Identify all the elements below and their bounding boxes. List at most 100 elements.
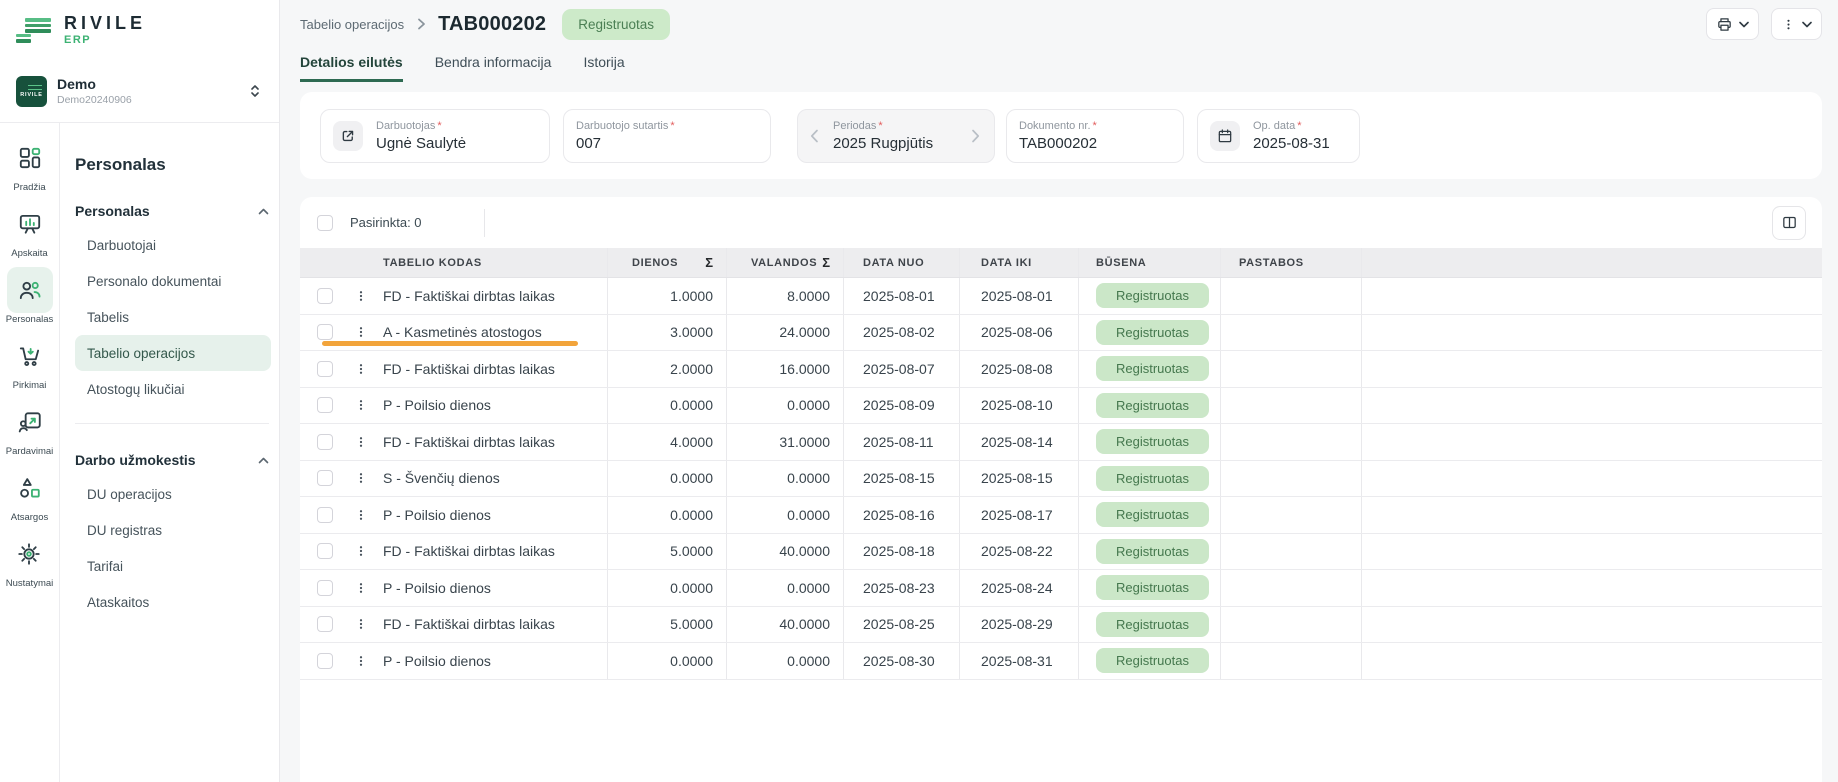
row-checkbox[interactable] — [317, 653, 333, 669]
sidebar-item-atostog-liku-iai[interactable]: Atostogų likučiai — [75, 371, 271, 407]
row-checkbox[interactable] — [317, 616, 333, 632]
board-chart-icon — [7, 201, 53, 247]
chevron-left-icon[interactable] — [810, 129, 819, 143]
row-kebab-icon[interactable] — [354, 397, 368, 413]
sigma-icon[interactable]: Σ — [705, 255, 713, 270]
sidebar-item-du-registras[interactable]: DU registras — [75, 512, 271, 548]
tab-detalios-eilut-s[interactable]: Detalios eilutės — [300, 54, 403, 82]
unfold-icon[interactable] — [249, 84, 261, 98]
row-checkbox[interactable] — [317, 434, 333, 450]
chevron-up-icon — [258, 457, 269, 464]
table-row[interactable]: FD - Faktiškai dirbtas laikas4.000031.00… — [300, 424, 1822, 461]
cell-iki: 2025-08-01 — [959, 278, 1078, 314]
cell-kodas: P - Poilsio dienos — [375, 497, 607, 533]
table-row[interactable]: S - Švenčių dienos0.00000.00002025-08-15… — [300, 461, 1822, 498]
row-kebab-icon[interactable] — [354, 543, 368, 559]
menu-section-label: Personalas — [75, 203, 150, 219]
chevron-right-icon[interactable] — [971, 129, 980, 143]
row-kebab-icon[interactable] — [354, 653, 368, 669]
row-checkbox[interactable] — [317, 397, 333, 413]
row-kebab-icon[interactable] — [354, 580, 368, 596]
row-checkbox[interactable] — [317, 361, 333, 377]
cell-valandos: 0.0000 — [726, 643, 843, 679]
print-button[interactable] — [1706, 8, 1759, 40]
cell-kodas: FD - Faktiškai dirbtas laikas — [375, 424, 607, 460]
calendar-icon[interactable] — [1210, 121, 1240, 151]
rail-item-apskaita[interactable]: Apskaita — [7, 201, 53, 259]
cell-valandos: 0.0000 — [726, 497, 843, 533]
required-asterisk: * — [878, 120, 882, 132]
column-label: BŪSENA — [1096, 257, 1146, 269]
rail-item-personalas[interactable]: Personalas — [6, 267, 54, 325]
sidebar-item-tabelio-operacijos[interactable]: Tabelio operacijos — [75, 335, 271, 371]
cell-pastabos — [1220, 607, 1361, 643]
table-row[interactable]: FD - Faktiškai dirbtas laikas5.000040.00… — [300, 534, 1822, 571]
row-status-badge: Registruotas — [1096, 466, 1209, 491]
cell-trailing — [1361, 643, 1822, 679]
row-kebab-icon[interactable] — [354, 470, 368, 486]
field-dokumento-nr[interactable]: Dokumento nr.*TAB000202 — [1006, 109, 1184, 163]
rail-item-pirkimai[interactable]: Pirkimai — [7, 333, 53, 391]
row-checkbox[interactable] — [317, 580, 333, 596]
table-row[interactable]: FD - Faktiškai dirbtas laikas1.00008.000… — [300, 278, 1822, 315]
row-checkbox[interactable] — [317, 470, 333, 486]
column-settings-button[interactable] — [1772, 206, 1806, 240]
table-row[interactable]: FD - Faktiškai dirbtas laikas5.000040.00… — [300, 607, 1822, 644]
cell-dienos: 0.0000 — [607, 643, 726, 679]
breadcrumb[interactable]: Tabelio operacijos — [300, 17, 404, 32]
tab-bendra-informacija[interactable]: Bendra informacija — [435, 54, 552, 82]
menu-section-darbo-u-mokestis[interactable]: Darbo užmokestis — [75, 450, 269, 470]
cell-nuo: 2025-08-16 — [843, 497, 959, 533]
sidebar-item-personalo-dokumentai[interactable]: Personalo dokumentai — [75, 263, 271, 299]
cell-nuo: 2025-08-02 — [843, 315, 959, 351]
column-header-valandos[interactable]: VALANDOSΣ — [726, 248, 843, 277]
row-kebab-icon[interactable] — [354, 616, 368, 632]
row-status-badge: Registruotas — [1096, 429, 1209, 454]
table-row[interactable]: P - Poilsio dienos0.00000.00002025-08-16… — [300, 497, 1822, 534]
field-periodas[interactable]: Periodas*2025 Rugpjūtis — [797, 109, 995, 163]
sidebar-item-ataskaitos[interactable]: Ataskaitos — [75, 584, 271, 620]
sidebar-item-tabelis[interactable]: Tabelis — [75, 299, 271, 335]
external-link-icon[interactable] — [333, 121, 363, 151]
row-checkbox[interactable] — [317, 507, 333, 523]
row-status-badge: Registruotas — [1096, 612, 1209, 637]
column-header-busena[interactable]: BŪSENA — [1078, 248, 1220, 277]
rail-item-nustatymai[interactable]: Nustatymai — [6, 531, 54, 589]
workspace-switcher[interactable]: RIVILE Demo Demo20240906 — [0, 60, 279, 122]
column-header-iki[interactable]: DATA IKI — [959, 248, 1078, 277]
table-row[interactable]: P - Poilsio dienos0.00000.00002025-08-23… — [300, 570, 1822, 607]
column-header-nuo[interactable]: DATA NUO — [843, 248, 959, 277]
sidebar-item-darbuotojai[interactable]: Darbuotojai — [75, 227, 271, 263]
select-all-checkbox[interactable] — [317, 215, 333, 231]
chevron-up-icon — [258, 208, 269, 215]
row-kebab-icon[interactable] — [354, 324, 368, 340]
row-kebab-icon[interactable] — [354, 288, 368, 304]
field-darbuotojas[interactable]: Darbuotojas*Ugnė Saulytė — [320, 109, 550, 163]
tab-istorija[interactable]: Istorija — [583, 54, 624, 82]
more-actions-button[interactable] — [1771, 8, 1822, 40]
column-header-kodas[interactable]: TABELIO KODAS — [375, 248, 607, 277]
row-checkbox[interactable] — [317, 288, 333, 304]
column-header-pastabos[interactable]: PASTABOS — [1220, 248, 1361, 277]
row-kebab-icon[interactable] — [354, 507, 368, 523]
menu-section-personalas[interactable]: Personalas — [75, 201, 269, 221]
rail-item-atsargos[interactable]: Atsargos — [7, 465, 53, 523]
table-row[interactable]: P - Poilsio dienos0.00000.00002025-08-09… — [300, 388, 1822, 425]
sigma-icon[interactable]: Σ — [822, 255, 830, 270]
column-header-dienos[interactable]: DIENOSΣ — [607, 248, 726, 277]
row-checkbox[interactable] — [317, 543, 333, 559]
sidebar-item-tarifai[interactable]: Tarifai — [75, 548, 271, 584]
row-checkbox[interactable] — [317, 324, 333, 340]
field-darbuotojo-sutartis[interactable]: Darbuotojo sutartis*007 — [563, 109, 771, 163]
cell-pastabos — [1220, 351, 1361, 387]
field-text: Periodas*2025 Rugpjūtis — [833, 120, 933, 152]
field-op-data[interactable]: Op. data*2025-08-31 — [1197, 109, 1360, 163]
cell-dienos: 5.0000 — [607, 534, 726, 570]
table-row[interactable]: P - Poilsio dienos0.00000.00002025-08-30… — [300, 643, 1822, 680]
table-row[interactable]: FD - Faktiškai dirbtas laikas2.000016.00… — [300, 351, 1822, 388]
sidebar-item-du-operacijos[interactable]: DU operacijos — [75, 476, 271, 512]
rail-item-prad-ia[interactable]: Pradžia — [7, 135, 53, 193]
row-kebab-icon[interactable] — [354, 434, 368, 450]
row-kebab-icon[interactable] — [354, 361, 368, 377]
rail-item-pardavimai[interactable]: Pardavimai — [6, 399, 54, 457]
